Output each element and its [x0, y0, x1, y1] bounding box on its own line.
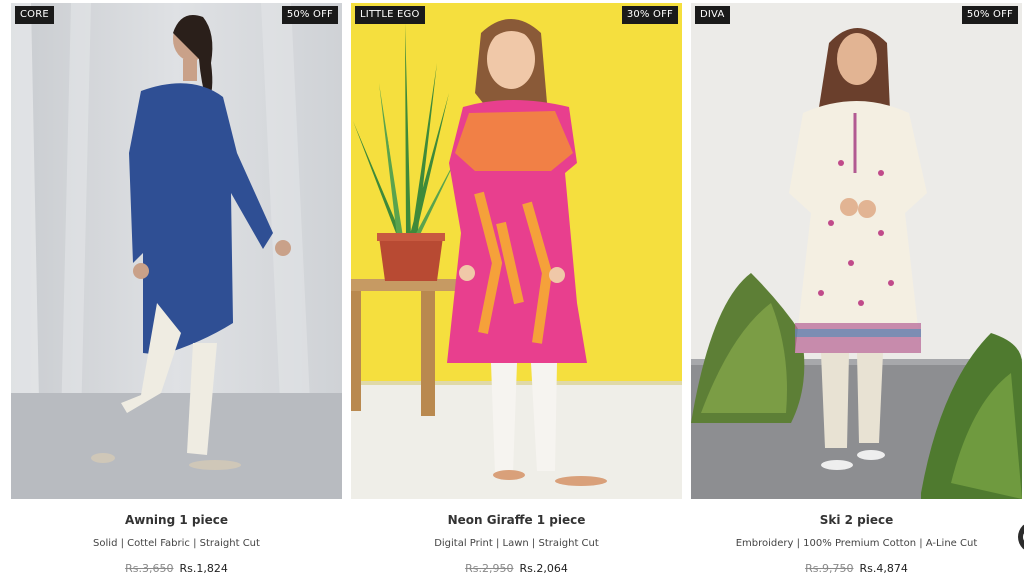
sale-price: Rs.2,064	[519, 562, 568, 575]
model-photo	[351, 3, 682, 499]
product-card[interactable]: LITTLE EGO 30% OFF Neon Giraffe 1 piece …	[351, 0, 682, 578]
product-description: Embroidery | 100% Premium Cotton | A-Lin…	[735, 538, 978, 549]
product-image[interactable]: LITTLE EGO 30% OFF	[351, 3, 682, 499]
sale-price: Rs.4,874	[859, 562, 908, 575]
model-photo	[691, 3, 1022, 499]
product-name[interactable]: Ski 2 piece	[691, 513, 1022, 527]
product-card[interactable]: CORE 50% OFF Awning 1 piece Solid | Cott…	[11, 0, 342, 578]
brand-badge: DIVA	[695, 6, 730, 24]
product-grid: CORE 50% OFF Awning 1 piece Solid | Cott…	[0, 0, 1024, 578]
price-row: Rs.3,650 Rs.1,824	[11, 562, 342, 575]
product-image[interactable]: CORE 50% OFF	[11, 3, 342, 499]
model-photo	[11, 3, 342, 499]
original-price: Rs.2,950	[465, 562, 514, 575]
original-price: Rs.9,750	[805, 562, 854, 575]
price-row: Rs.2,950 Rs.2,064	[351, 562, 682, 575]
product-card[interactable]: DIVA 50% OFF Ski 2 piece Embroidery | 10…	[691, 0, 1022, 578]
product-image[interactable]: DIVA 50% OFF	[691, 3, 1022, 499]
discount-badge: 50% OFF	[281, 6, 338, 24]
discount-badge: 50% OFF	[961, 6, 1018, 24]
price-row: Rs.9,750 Rs.4,874	[691, 562, 1022, 575]
product-name[interactable]: Awning 1 piece	[11, 513, 342, 527]
sale-price: Rs.1,824	[179, 562, 228, 575]
product-description: Digital Print | Lawn | Straight Cut	[434, 538, 599, 549]
original-price: Rs.3,650	[125, 562, 174, 575]
product-description: Solid | Cottel Fabric | Straight Cut	[93, 538, 260, 549]
brand-badge: CORE	[15, 6, 54, 24]
brand-badge: LITTLE EGO	[355, 6, 425, 24]
product-name[interactable]: Neon Giraffe 1 piece	[351, 513, 682, 527]
discount-badge: 30% OFF	[621, 6, 678, 24]
